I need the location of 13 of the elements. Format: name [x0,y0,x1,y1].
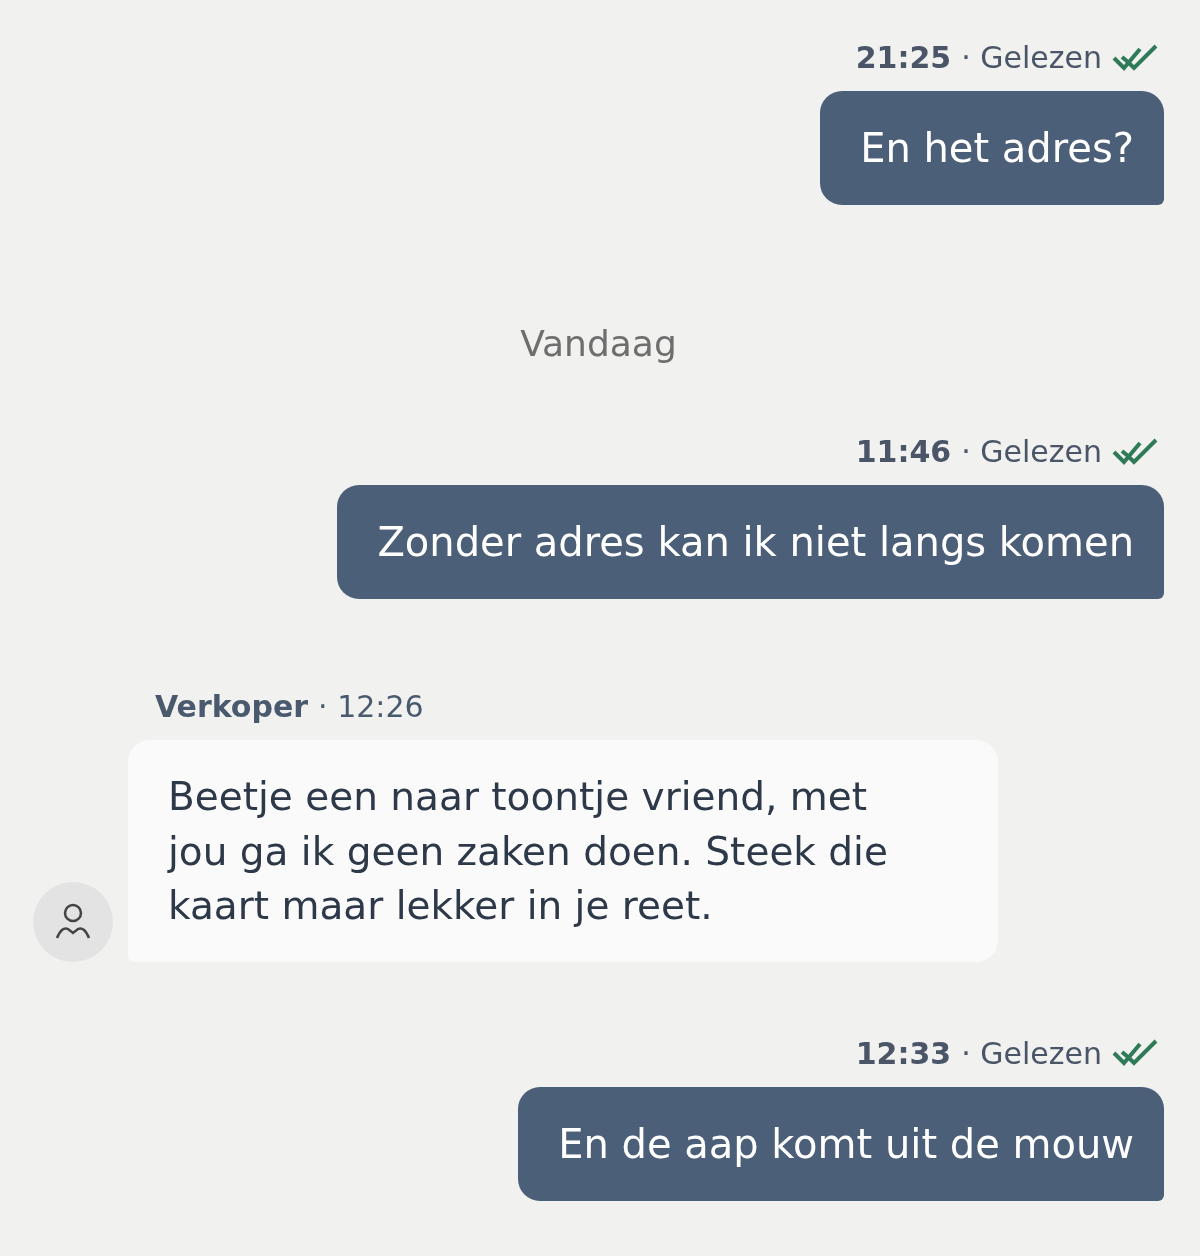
received-message: Beetje een naar toontje vriend, met jou ga ik geen zaken doen. Steek die kaart maar lekker in je reet. [128,740,998,962]
message-time: · 12:26 [318,689,424,724]
read-status: · Gelezen [961,40,1102,75]
sent-message: En het adres? [820,91,1164,205]
date-divider: Vandaag [520,323,677,364]
read-status: · Gelezen [961,1035,1102,1071]
message-time: 12:33 [855,1035,952,1071]
sender-name: Verkoper [155,689,309,724]
sent-message: En de aap komt uit de mouw [518,1086,1164,1201]
read-status: · Gelezen [961,434,1102,469]
message-time: 21:25 [855,40,952,75]
message-time: 11:46 [855,434,952,469]
sent-message: Zonder adres kan ik niet langs komen [337,485,1164,599]
